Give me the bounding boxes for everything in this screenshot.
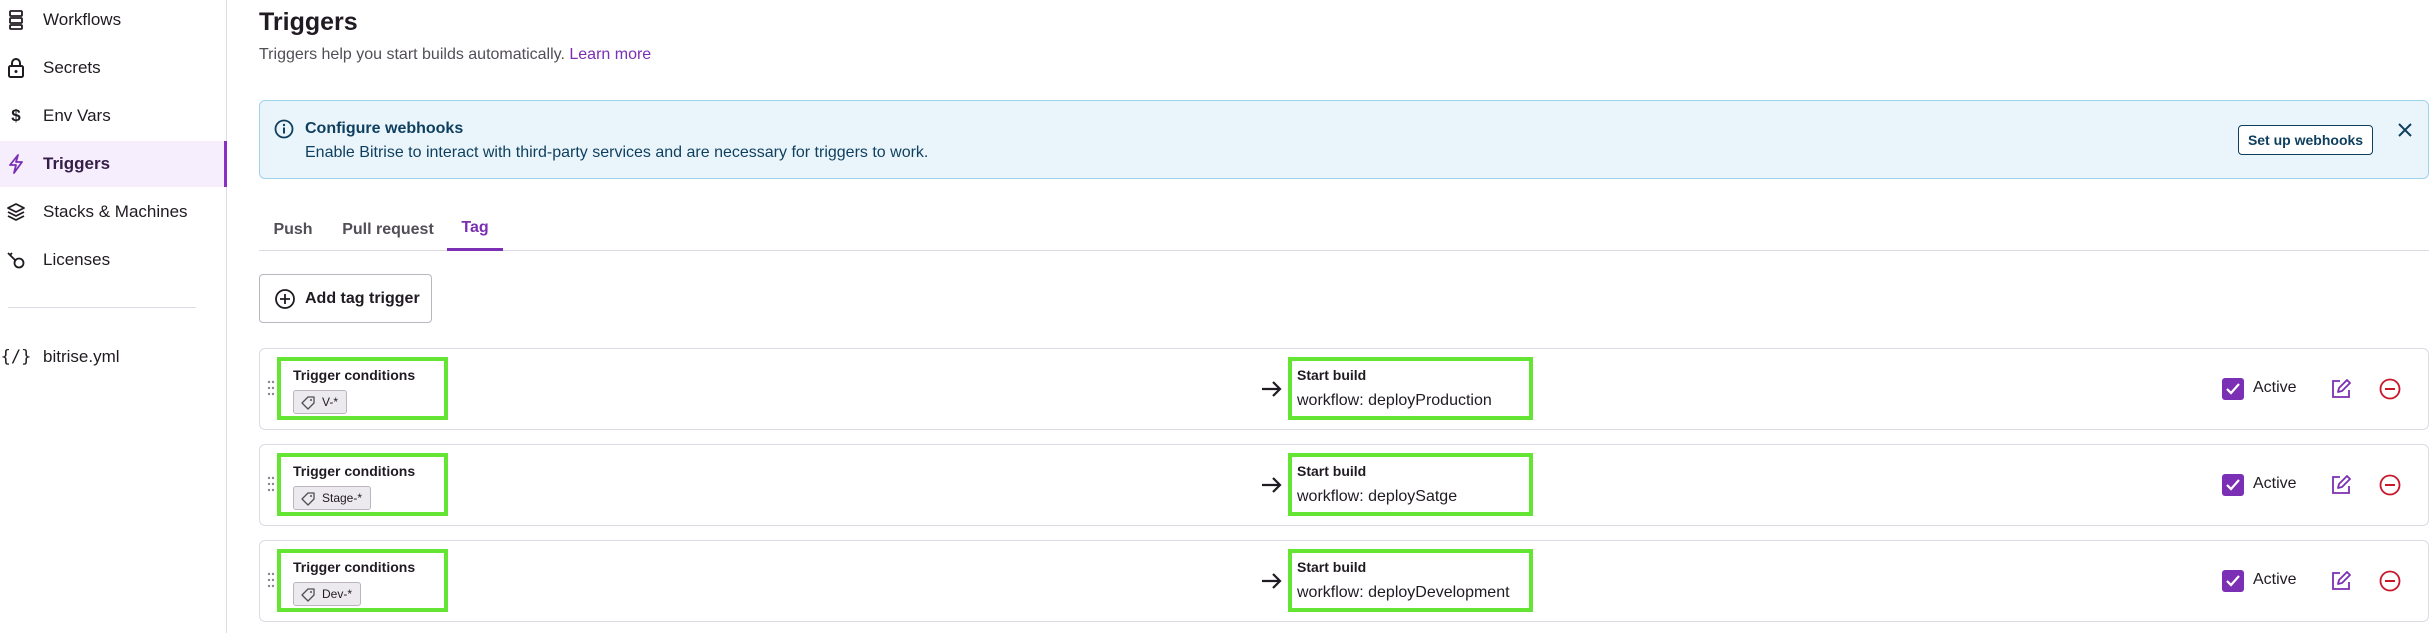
sidebar-divider bbox=[8, 307, 196, 308]
tag-pattern: V-* bbox=[322, 395, 339, 409]
page-title: Triggers bbox=[259, 8, 358, 36]
sidebar-item-label: Env Vars bbox=[43, 106, 111, 125]
edit-icon[interactable] bbox=[2330, 474, 2352, 496]
banner-text: Enable Bitrise to interact with third-pa… bbox=[305, 144, 929, 161]
active-label: Active bbox=[2253, 475, 2297, 492]
learn-more-link[interactable]: Learn more bbox=[569, 46, 651, 63]
start-build-label: Start build bbox=[1297, 367, 1367, 383]
remove-icon[interactable] bbox=[2378, 473, 2402, 497]
sidebar-item-label: bitrise.yml bbox=[43, 347, 120, 366]
close-icon[interactable] bbox=[2394, 119, 2416, 141]
tab-tag[interactable]: Tag bbox=[447, 208, 503, 251]
page-description-text: Triggers help you start builds automatic… bbox=[259, 46, 565, 63]
workflow-name: workflow: deploySatge bbox=[1297, 488, 1458, 505]
tag-pattern: Stage-* bbox=[322, 491, 363, 505]
banner-title: Configure webhooks bbox=[305, 120, 464, 137]
tag-pattern: Dev-* bbox=[322, 587, 353, 601]
drag-handle-icon[interactable] bbox=[267, 475, 275, 493]
edit-icon[interactable] bbox=[2330, 378, 2352, 400]
info-icon bbox=[274, 119, 294, 139]
sidebar-item-triggers[interactable]: Triggers bbox=[0, 141, 227, 187]
active-checkbox[interactable] bbox=[2222, 474, 2244, 496]
sidebar-item-licenses[interactable]: Licenses bbox=[0, 237, 227, 283]
arrow-right-icon bbox=[1260, 379, 1284, 399]
sidebar-item-workflows[interactable]: Workflows bbox=[0, 0, 227, 43]
plus-circle-icon bbox=[274, 288, 296, 310]
tab-pull-request[interactable]: Pull request bbox=[342, 208, 434, 251]
tag-condition-chip: Dev-* bbox=[293, 582, 362, 606]
webhooks-banner: Configure webhooks Enable Bitrise to int… bbox=[259, 100, 2429, 179]
drag-handle-icon[interactable] bbox=[267, 379, 275, 397]
trigger-tabs: Push Pull request Tag bbox=[259, 208, 2429, 251]
sidebar-item-env-vars[interactable]: $ Env Vars bbox=[0, 93, 227, 139]
tag-icon bbox=[301, 492, 315, 506]
sidebar-item-secrets[interactable]: Secrets bbox=[0, 45, 227, 91]
trigger-row: Trigger conditions Stage-* Start build w… bbox=[259, 444, 2429, 526]
workflows-icon bbox=[6, 10, 26, 30]
sidebar-item-label: Stacks & Machines bbox=[43, 202, 188, 221]
start-build-label: Start build bbox=[1297, 559, 1367, 575]
trigger-row: Trigger conditions V-* Start build workf… bbox=[259, 348, 2429, 430]
sidebar-item-label: Workflows bbox=[43, 10, 122, 29]
sidebar: Workflows Secrets $ Env Vars Triggers St… bbox=[0, 0, 227, 633]
add-tag-trigger-label: Add tag trigger bbox=[305, 290, 420, 307]
dollar-icon: $ bbox=[11, 106, 21, 125]
arrow-right-icon bbox=[1260, 571, 1284, 591]
layers-icon bbox=[6, 202, 26, 222]
sidebar-item-label: Triggers bbox=[43, 154, 111, 173]
arrow-right-icon bbox=[1260, 475, 1284, 495]
start-build-label: Start build bbox=[1297, 463, 1367, 479]
tag-condition-chip: Stage-* bbox=[293, 486, 372, 510]
tab-push[interactable]: Push bbox=[273, 208, 313, 251]
add-tag-trigger-button[interactable]: Add tag trigger bbox=[259, 274, 432, 323]
active-label: Active bbox=[2253, 571, 2297, 588]
page-description: Triggers help you start builds automatic… bbox=[259, 46, 651, 64]
trigger-conditions-label: Trigger conditions bbox=[293, 367, 416, 383]
tag-icon bbox=[301, 588, 315, 602]
active-checkbox[interactable] bbox=[2222, 570, 2244, 592]
trigger-row: Trigger conditions Dev-* Start build wor… bbox=[259, 540, 2429, 622]
sidebar-item-stacks-machines[interactable]: Stacks & Machines bbox=[0, 189, 227, 235]
drag-handle-icon[interactable] bbox=[267, 571, 275, 589]
remove-icon[interactable] bbox=[2378, 377, 2402, 401]
trigger-conditions-label: Trigger conditions bbox=[293, 559, 416, 575]
active-checkbox[interactable] bbox=[2222, 378, 2244, 400]
trigger-conditions-label: Trigger conditions bbox=[293, 463, 416, 479]
workflow-name: workflow: deployProduction bbox=[1297, 392, 1492, 409]
active-label: Active bbox=[2253, 379, 2297, 396]
set-up-webhooks-button[interactable]: Set up webhooks bbox=[2238, 125, 2373, 155]
tag-condition-chip: V-* bbox=[293, 390, 348, 414]
lock-icon bbox=[6, 58, 26, 78]
sidebar-item-label: Licenses bbox=[43, 250, 111, 269]
edit-icon[interactable] bbox=[2330, 570, 2352, 592]
tag-icon bbox=[301, 396, 315, 410]
workflow-name: workflow: deployDevelopment bbox=[1297, 584, 1510, 601]
sidebar-item-label: Secrets bbox=[43, 58, 101, 77]
license-key-icon bbox=[6, 250, 26, 270]
code-braces-icon: {/} bbox=[0, 347, 32, 367]
lightning-icon bbox=[6, 154, 26, 174]
sidebar-item-bitrise-yml[interactable]: {/} bitrise.yml bbox=[0, 334, 227, 380]
remove-icon[interactable] bbox=[2378, 569, 2402, 593]
